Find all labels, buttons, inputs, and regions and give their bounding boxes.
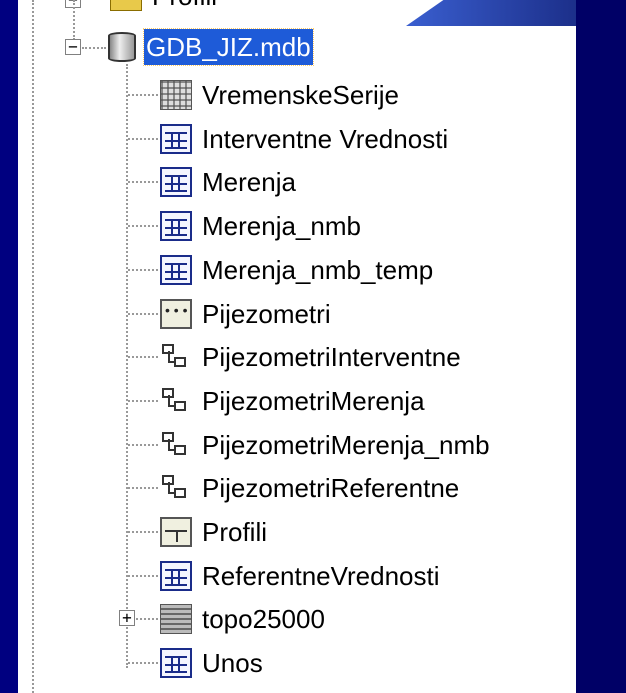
tree-connector-h (128, 662, 158, 665)
point-feature-class-icon (160, 298, 192, 329)
tree-item[interactable]: topo25000 (160, 599, 327, 639)
tree-connector-h (128, 487, 158, 490)
tree-item[interactable]: PijezometriMerenja (160, 381, 427, 421)
tree-item-label: VremenskeSerije (202, 80, 400, 110)
tree-item-label: Merenja (202, 167, 296, 198)
table-icon (160, 254, 192, 285)
tree-connector-h (128, 181, 158, 184)
tree-connector-h (128, 443, 158, 446)
tree-item[interactable]: Profili (160, 512, 269, 552)
tree-item[interactable]: Unos (160, 643, 265, 683)
tree-item-label: Merenja_nmb_temp (202, 254, 434, 285)
tree-item-label: Interventne Vrednosti (202, 123, 449, 154)
tree-item-label: PijezometriInterventne (202, 342, 461, 373)
tree-connector-h (128, 574, 158, 577)
tree-connector-root (32, 0, 34, 693)
table-icon (160, 648, 192, 679)
decorative-corner (406, 0, 576, 26)
tree-item-label: Pijezometri (202, 298, 331, 329)
tree-connector-db-top (73, 0, 75, 40)
tree-item-partial[interactable]: Profili (110, 0, 219, 16)
tree-item[interactable]: Merenja (160, 162, 298, 202)
tree-item-label: PijezometriMerenja_nmb (202, 429, 490, 460)
tree-item[interactable]: Merenja_nmb_temp (160, 250, 435, 290)
raster-catalog-icon (160, 80, 192, 110)
tree-connector-h (128, 531, 158, 533)
tree-connector-h (128, 137, 158, 140)
raster-dataset-icon (160, 604, 192, 635)
tree-connector-h (128, 225, 158, 228)
tree-connector-db (126, 64, 128, 668)
expander-expand-12[interactable]: + (119, 610, 135, 627)
tree-item-label: topo25000 (202, 604, 325, 635)
relationship-class-icon (160, 473, 192, 503)
table-icon (160, 123, 192, 154)
tree-item[interactable]: Pijezometri (160, 294, 333, 334)
relationship-class-icon (160, 386, 192, 416)
tree-item-label: Profili (150, 0, 219, 14)
tree-item[interactable]: ReferentneVrednosti (160, 556, 442, 596)
db-collapse-expander[interactable]: − (65, 39, 81, 55)
tree-item-label: Merenja_nmb (202, 211, 361, 242)
tree-item[interactable]: PijezometriReferentne (160, 468, 461, 508)
tree-item-label: Profili (202, 517, 268, 547)
tree-item[interactable]: PijezometriMerenja_nmb (160, 425, 492, 465)
tree-item-label: PijezometriReferentne (202, 473, 460, 504)
catalog-tree: − Profili − GDB_JIZ.mdb VremenskeSerijeI… (18, 0, 576, 693)
tree-item-label: Unos (202, 648, 263, 679)
database-label: GDB_JIZ.mdb (143, 28, 314, 66)
table-icon (160, 560, 192, 591)
tree-item[interactable]: VremenskeSerije (160, 75, 401, 115)
relationship-class-icon (160, 430, 192, 460)
tree-connector-h (82, 47, 106, 49)
table-icon (160, 167, 192, 198)
folder-icon (110, 0, 142, 11)
table-icon (160, 211, 192, 242)
tree-connector-h (128, 94, 158, 96)
tree-item-label: ReferentneVrednosti (202, 560, 440, 591)
tree-connector-h (128, 312, 158, 315)
tree-item[interactable]: PijezometriInterventne (160, 337, 463, 377)
tree-item[interactable]: Interventne Vrednosti (160, 119, 450, 159)
tree-connector-h (128, 356, 158, 359)
left-frame (0, 0, 18, 693)
line-feature-class-icon (160, 517, 192, 547)
relationship-class-icon (160, 342, 192, 372)
tree-item-label: PijezometriMerenja (202, 385, 425, 416)
tree-connector-h (128, 268, 158, 271)
tree-connector-h (128, 399, 158, 402)
tree-item-database[interactable]: GDB_JIZ.mdb (108, 27, 314, 67)
tree-item[interactable]: Merenja_nmb (160, 206, 363, 246)
database-icon (108, 32, 136, 62)
